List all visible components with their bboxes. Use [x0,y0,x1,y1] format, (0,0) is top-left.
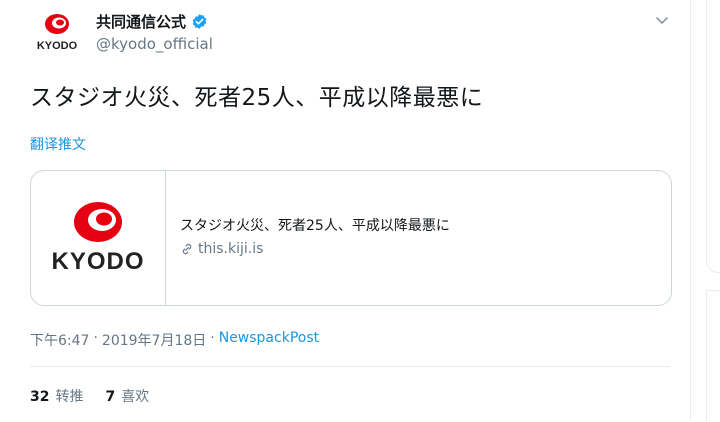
tweet-container: KYODO 共同通信公式 @kyodo_official スタジオ火災、死者25… [0,0,691,421]
kyodo-logo-icon: KYODO [37,14,78,52]
avatar[interactable]: KYODO [32,12,82,52]
likes-count: 7 [105,389,116,405]
tweet-text: スタジオ火災、死者25人、平成以降最悪に [30,85,484,111]
tweet-stats: 32 转推 7 喜欢 [30,386,149,406]
retweets-stat[interactable]: 32 转推 [30,386,83,406]
likes-label: 喜欢 [121,389,150,405]
author-name[interactable]: 共同通信公式 [96,11,186,32]
author-name-row[interactable]: 共同通信公式 [96,11,208,32]
card-body[interactable]: スタジオ火災、死者25人、平成以降最悪に this.kiji.is [166,171,671,305]
divider [30,366,670,367]
tweet-date[interactable]: 2019年7月18日 [102,330,206,350]
chevron-down-icon[interactable] [652,10,672,30]
author-handle[interactable]: @kyodo_official [96,35,213,53]
likes-stat[interactable]: 7 喜欢 [105,386,149,406]
verified-badge-icon [192,14,207,29]
card-thumbnail[interactable]: KYODO [31,171,166,305]
card-domain-row[interactable]: this.kiji.is [180,241,671,257]
card-domain[interactable]: this.kiji.is [198,241,263,257]
tweet-source-link[interactable]: NewspackPost [219,330,319,350]
retweets-label: 转推 [55,389,84,405]
side-panel-bottom [706,290,720,422]
tweet-time[interactable]: 下午6:47 [30,330,89,350]
retweets-count: 32 [30,389,50,405]
avatar-logo-text: KYODO [37,40,78,52]
translate-tweet-link[interactable]: 翻译推文 [30,134,86,154]
kyodo-card-logo-icon [74,202,122,242]
side-panel-top [706,0,720,273]
meta-separator: · [210,330,215,346]
card-logo-text: KYODO [51,248,145,275]
link-card[interactable]: KYODO スタジオ火災、死者25人、平成以降最悪に this.kiji.is [30,170,672,306]
card-title[interactable]: スタジオ火災、死者25人、平成以降最悪に [180,215,671,235]
meta-separator: · [93,330,98,346]
tweet-meta: 下午6:47 · 2019年7月18日 · NewspackPost [30,330,319,350]
link-icon [182,243,192,255]
